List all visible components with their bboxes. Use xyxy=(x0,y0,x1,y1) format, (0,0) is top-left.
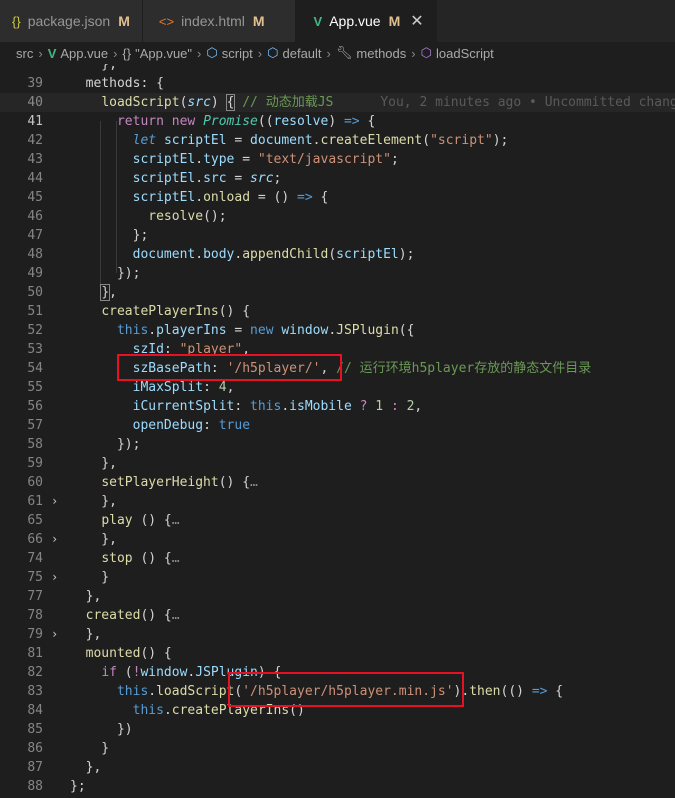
code-line: 47 resolve(); xyxy=(27,209,227,243)
code-editor[interactable]: 39 }, 40 methods: { 41 loadScript(src) {… xyxy=(0,64,675,798)
highlight-box-szbasepath xyxy=(117,354,342,381)
code-line: 53 this.playerIns = new window.JSPlugin(… xyxy=(27,323,415,357)
code-line: 39 }, xyxy=(27,64,117,91)
code-line: 50 }); xyxy=(27,266,141,300)
git-blame-annotation: You, 2 minutes ago • Uncommitted changes xyxy=(380,95,675,110)
code-line: 40 methods: { xyxy=(27,76,164,110)
chevron-right-icon: › xyxy=(326,45,331,61)
code-line: 60 }, xyxy=(27,456,117,490)
highlight-box-loadscript-path xyxy=(228,672,464,707)
breadcrumb-function[interactable]: loadScript xyxy=(436,46,494,61)
breadcrumb-script[interactable]: script xyxy=(222,46,253,61)
modified-badge: M xyxy=(118,13,130,29)
chevron-right-icon: › xyxy=(411,45,416,61)
modified-badge: M xyxy=(388,13,401,29)
tab-package-json[interactable]: {} package.json M xyxy=(0,0,143,42)
html-file-icon: <> xyxy=(158,13,175,29)
module-icon: ⬡ xyxy=(206,45,218,60)
breadcrumb: src › V App.vue › {} "App.vue" › ⬡ scrip… xyxy=(0,42,675,64)
editor-tab-bar: {} package.json M <> index.html M V App.… xyxy=(0,0,675,42)
code-line-current: 41 loadScript(src) { // 动态加载JS You, 2 mi… xyxy=(0,93,675,129)
code-line: 57 iCurrentSplit: this.isMobile ? 1 : 2, xyxy=(27,399,423,433)
code-line: 61 › setPlayerHeight() {… xyxy=(27,475,258,509)
code-line: 49 document.body.appendChild(scriptEl); xyxy=(27,247,415,281)
code-line: 77 } xyxy=(27,570,110,604)
code-line: 44 scriptEl.type = "text/javascript"; xyxy=(27,152,399,186)
code-line: 46 scriptEl.onload = () => { xyxy=(27,190,329,224)
object-icon: {} xyxy=(122,45,132,61)
breadcrumb-methods[interactable]: methods xyxy=(356,46,406,61)
chevron-right-icon: › xyxy=(113,45,118,61)
code-line: 87 } xyxy=(27,741,110,775)
code-line: 75 › stop () {… xyxy=(27,551,180,585)
code-line: 79 › created() {… xyxy=(27,608,180,642)
code-line: 65 }, xyxy=(27,494,117,528)
code-line: 59 }); xyxy=(27,437,141,471)
wrench-icon: 🔧︎ xyxy=(335,45,353,60)
breadcrumb-object[interactable]: "App.vue" xyxy=(135,46,192,61)
code-line: 88 }, xyxy=(27,760,102,794)
code-line: 51 }, xyxy=(27,284,117,319)
module-icon: ⬡ xyxy=(267,45,279,60)
tab-label: App.vue xyxy=(329,13,381,29)
code-line: 43 let scriptEl = document.createElement… xyxy=(27,133,509,167)
tab-label: package.json xyxy=(27,13,111,29)
vue-file-icon: V xyxy=(47,45,57,61)
code-line: 82 mounted() { xyxy=(27,646,172,680)
code-line: 81 }, xyxy=(27,627,102,661)
breadcrumb-src[interactable]: src xyxy=(16,46,33,61)
code-line: 86 }) xyxy=(27,722,133,756)
breadcrumb-default[interactable]: default xyxy=(283,46,322,61)
code-line: 78 }, xyxy=(27,589,102,623)
tab-index-html[interactable]: <> index.html M xyxy=(142,0,296,42)
chevron-right-icon: › xyxy=(197,45,202,61)
code-line: 42 return new Promise((resolve) => { xyxy=(27,114,376,148)
modified-badge: M xyxy=(252,13,265,29)
chevron-right-icon: › xyxy=(38,45,43,61)
code-line: 66 › play () {… xyxy=(27,513,180,547)
method-icon: ⬡ xyxy=(420,45,432,60)
vue-file-icon: V xyxy=(313,13,323,29)
code-line: 58 openDebug: true xyxy=(27,418,251,452)
code-line: 74 }, xyxy=(27,532,117,566)
close-icon[interactable]: ✕ xyxy=(410,11,423,31)
tab-label: index.html xyxy=(181,13,245,29)
code-line: 89}; xyxy=(70,779,86,794)
breadcrumb-file[interactable]: App.vue xyxy=(60,46,108,61)
code-line: 48 }; xyxy=(27,228,149,262)
code-line: 52 createPlayerIns() { xyxy=(27,304,251,338)
code-line: 45 scriptEl.src = src; xyxy=(27,171,282,205)
tab-app-vue[interactable]: V App.vue M ✕ xyxy=(295,0,437,42)
chevron-right-icon: › xyxy=(257,45,263,61)
json-file-icon: {} xyxy=(12,13,21,29)
